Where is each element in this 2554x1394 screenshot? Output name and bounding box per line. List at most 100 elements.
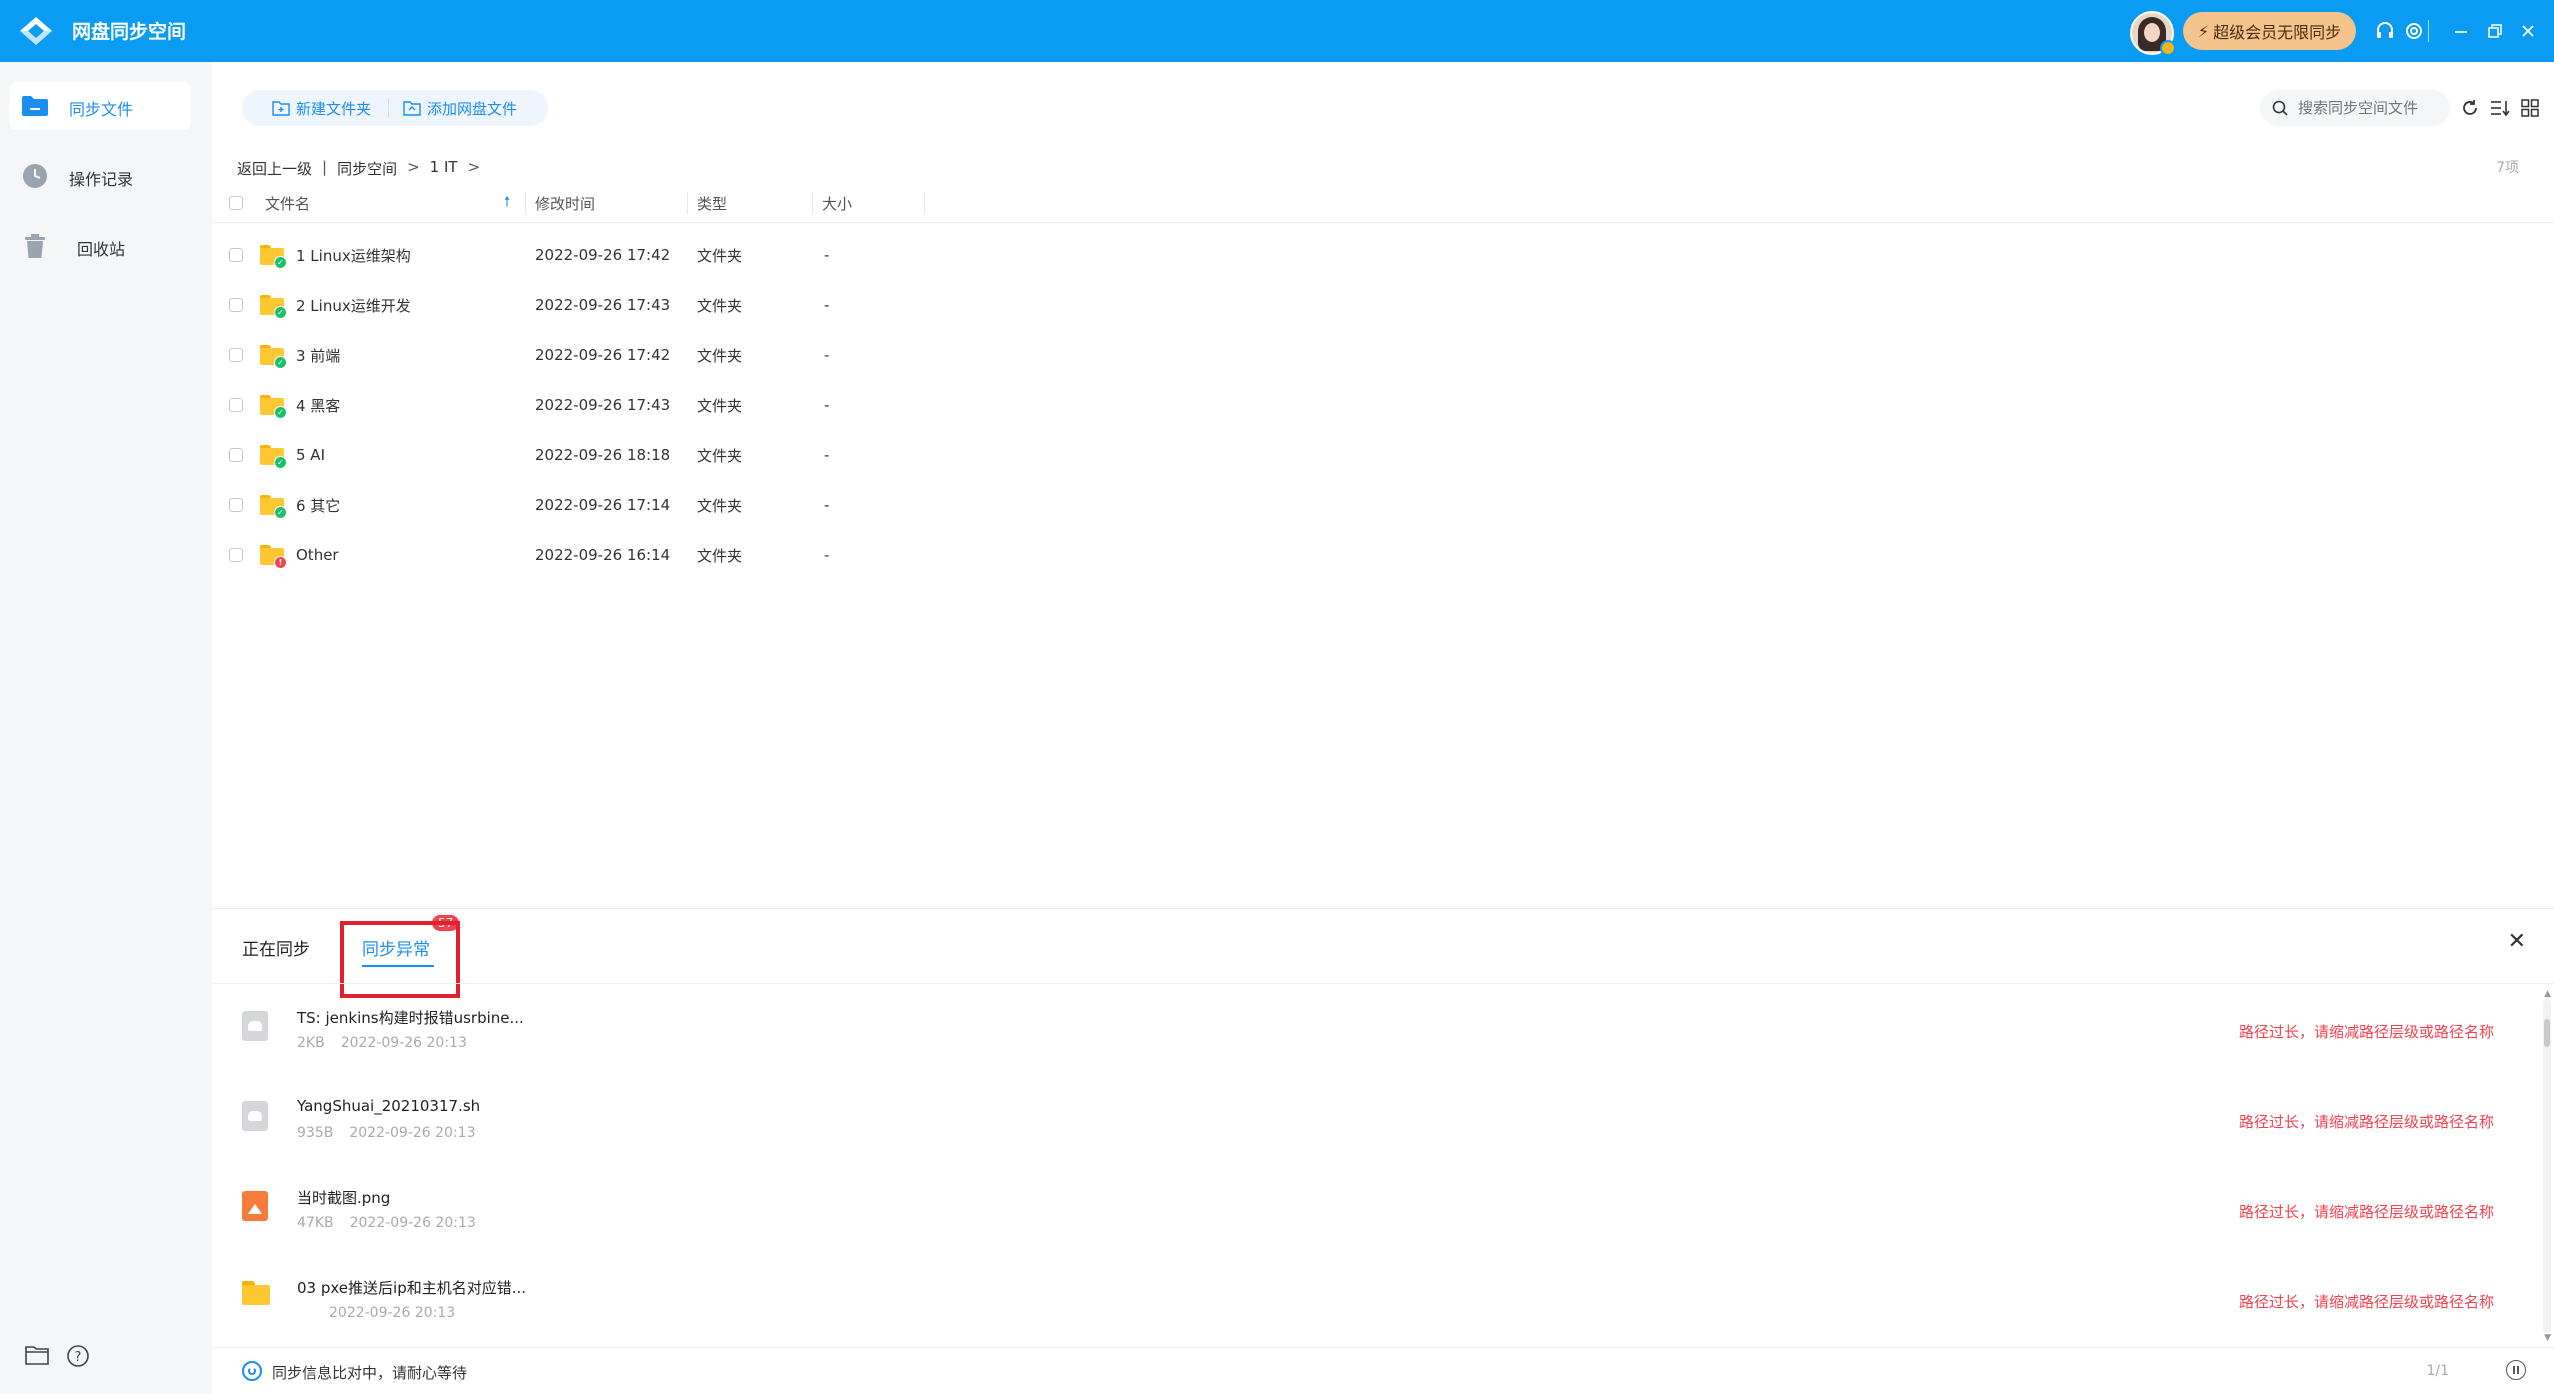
file-icon (242, 1101, 270, 1131)
scroll-down-icon[interactable]: ▼ (2544, 1333, 2551, 1343)
back-link[interactable]: 返回上一级 (237, 158, 312, 179)
breadcrumb-separator: > (467, 158, 481, 176)
vip-indicator (2160, 40, 2176, 56)
search-box[interactable] (2260, 90, 2450, 126)
file-name[interactable]: 5 AI (296, 430, 325, 480)
scrollbar-thumb[interactable] (2544, 1019, 2550, 1047)
file-name[interactable]: 2 Linux运维开发 (296, 280, 411, 330)
file-modified: 2022-09-26 17:43 (535, 396, 671, 414)
folder-icon: ! (260, 530, 287, 580)
row-checkbox[interactable] (229, 280, 243, 330)
error-file-time: 2022-09-26 20:13 (340, 1035, 467, 1051)
breadcrumb-item[interactable]: 同步空间 (337, 158, 397, 179)
error-list-item[interactable]: YangShuai_20210317.sh 935B 2022-09-26 20:1… (212, 1075, 2542, 1165)
sidebar-item-history[interactable]: 操作记录 (9, 152, 191, 200)
sort-ascending-icon[interactable]: 🠕 (504, 184, 510, 222)
app-logo-icon (20, 17, 52, 45)
headset-icon[interactable] (2370, 16, 2400, 46)
svg-text:?: ? (75, 1350, 82, 1365)
file-modified: 2022-09-26 18:18 (535, 446, 671, 464)
file-name[interactable]: 6 其它 (296, 480, 340, 530)
grid-view-icon[interactable] (2518, 96, 2542, 120)
vip-button[interactable]: ⚡ 超级会员无限同步 (2183, 12, 2356, 50)
synced-check-icon: ✓ (274, 506, 287, 519)
minimize-icon[interactable] (2446, 16, 2476, 46)
error-message: 路径过长，请缩减路径层级或路径名称 (2238, 1203, 2494, 1221)
file-modified: 2022-09-26 17:43 (535, 296, 671, 314)
column-header-name[interactable]: 文件名 (265, 184, 310, 222)
column-header-type[interactable]: 类型 (697, 184, 727, 222)
file-type: 文件夹 (697, 396, 743, 415)
close-panel-icon[interactable]: ✕ (2508, 929, 2526, 954)
search-input[interactable] (2296, 98, 2438, 118)
toolbar: 新建文件夹 添加网盘文件 (242, 90, 548, 126)
tab-syncing[interactable]: 正在同步 (242, 935, 310, 960)
error-list-item[interactable]: 03 pxe推送后ip和主机名对应错... 2022-09-26 20:13 路径过… (212, 1255, 2542, 1345)
gear-icon[interactable] (2399, 16, 2429, 46)
file-type: 文件夹 (697, 446, 743, 465)
row-checkbox[interactable] (229, 430, 243, 480)
pause-icon[interactable] (2506, 1360, 2526, 1380)
row-checkbox[interactable] (229, 380, 243, 430)
status-text: 同步信息比对中，请耐心等待 (272, 1364, 468, 1382)
error-file-meta: 935B 2022-09-26 20:13 (297, 1125, 476, 1141)
scroll-up-icon[interactable]: ▲ (2544, 989, 2551, 999)
vip-label: 超级会员无限同步 (2213, 23, 2342, 42)
file-type: 文件夹 (697, 346, 743, 365)
sidebar: 同步文件 操作记录 回收站 ? (0, 62, 212, 1393)
error-message: 路径过长，请缩减路径层级或路径名称 (2238, 1293, 2494, 1311)
row-checkbox[interactable] (229, 230, 243, 280)
file-name[interactable]: 4 黑客 (296, 380, 340, 430)
refresh-icon[interactable] (2458, 96, 2482, 120)
error-message: 路径过长，请缩减路径层级或路径名称 (2238, 1113, 2494, 1131)
file-name[interactable]: 1 Linux运维架构 (296, 230, 411, 280)
error-file-size: 2KB (297, 1035, 325, 1051)
error-list-item[interactable]: 当时截图.png 47KB 2022-09-26 20:13 路径过长，请缩减路径层级… (212, 1165, 2542, 1255)
sidebar-item-sync-files[interactable]: 同步文件 (9, 82, 191, 130)
error-file-name: YangShuai_20210317.sh (297, 1097, 481, 1115)
error-list-item[interactable]: TS: jenkins构建时报错usrbine... 2KB 2022-09-26 … (212, 985, 2542, 1075)
new-folder-icon (272, 101, 290, 116)
new-folder-button[interactable]: 新建文件夹 (272, 90, 371, 126)
folder-icon: ✓ (260, 430, 287, 480)
error-file-size-empty (297, 1305, 313, 1321)
file-type: 文件夹 (697, 546, 743, 565)
table-row[interactable]: ! Other 2022-09-26 16:14 文件夹 - (212, 530, 2554, 580)
file-size: - (824, 296, 830, 314)
scrollbar[interactable] (2543, 999, 2551, 1333)
add-file-icon (403, 101, 421, 116)
table-row[interactable]: ✓ 2 Linux运维开发 2022-09-26 17:43 文件夹 - (212, 280, 2554, 330)
table-row[interactable]: ✓ 6 其它 2022-09-26 17:14 文件夹 - (212, 480, 2554, 530)
file-size: - (824, 446, 830, 464)
pager: 1/1 (2426, 1363, 2449, 1379)
file-modified: 2022-09-26 16:14 (535, 546, 671, 564)
error-message: 路径过长，请缩减路径层级或路径名称 (2238, 1023, 2494, 1041)
close-icon[interactable] (2513, 16, 2543, 46)
row-checkbox[interactable] (229, 530, 243, 580)
error-file-meta: 2KB 2022-09-26 20:13 (297, 1035, 467, 1051)
sidebar-item-recycle-bin[interactable]: 回收站 (9, 222, 191, 270)
select-all-checkbox[interactable] (229, 184, 243, 222)
restore-icon[interactable] (2480, 16, 2510, 46)
table-row[interactable]: ✓ 1 Linux运维架构 2022-09-26 17:42 文件夹 - (212, 230, 2554, 280)
column-header-size[interactable]: 大小 (822, 184, 852, 222)
column-header-modified[interactable]: 修改时间 (535, 184, 595, 222)
table-row[interactable]: ✓ 3 前端 2022-09-26 17:42 文件夹 - (212, 330, 2554, 380)
folder-icon: ✓ (260, 330, 287, 380)
file-size: - (824, 246, 830, 264)
titlebar-divider (2428, 20, 2429, 42)
file-name[interactable]: Other (296, 530, 339, 580)
file-name[interactable]: 3 前端 (296, 330, 340, 380)
error-file-time: 2022-09-26 20:13 (349, 1215, 476, 1231)
table-row[interactable]: ✓ 4 黑客 2022-09-26 17:43 文件夹 - (212, 380, 2554, 430)
sort-icon[interactable] (2488, 96, 2512, 120)
row-checkbox[interactable] (229, 480, 243, 530)
folder-icon (21, 94, 49, 118)
row-checkbox[interactable] (229, 330, 243, 380)
table-row[interactable]: ✓ 5 AI 2022-09-26 18:18 文件夹 - (212, 430, 2554, 480)
open-folder-icon[interactable] (25, 1345, 49, 1371)
search-icon (2272, 100, 2288, 116)
add-netdisk-file-button[interactable]: 添加网盘文件 (388, 90, 517, 126)
help-icon[interactable]: ? (67, 1345, 89, 1371)
breadcrumb-item[interactable]: 1 IT (430, 158, 458, 179)
